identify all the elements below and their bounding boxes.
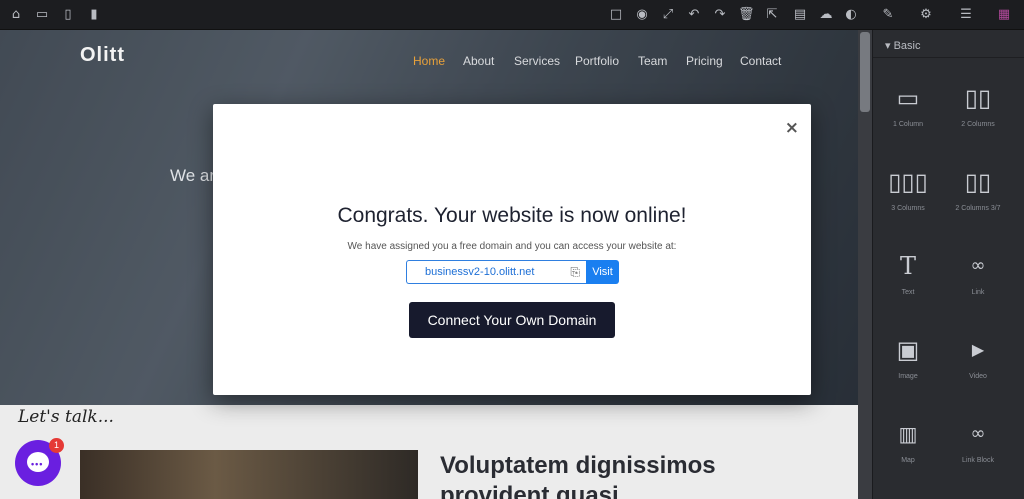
visit-button[interactable]: Visit [586,260,619,284]
panel-section-label: Basic [893,40,921,52]
scrollbar-thumb[interactable] [860,32,870,112]
block-image[interactable]: ▣ Image [873,322,943,402]
mobile-icon[interactable]: ▮ [86,7,102,23]
domain-field[interactable]: businessv2-10.olitt.net ⎘ [406,260,586,284]
block-1-column[interactable]: ▭ 1 Column [873,70,943,150]
connect-domain-button[interactable]: Connect Your Own Domain [409,302,615,338]
grid-icon[interactable]: ▦ [996,7,1012,23]
two-columns-icon: ▯▯ [964,84,992,112]
menu-icon[interactable]: ☰ [958,7,974,23]
modal-subtitle: We have assigned you a free domain and y… [347,241,677,252]
map-icon: ▥ [898,422,918,446]
block-label: Link Block [962,457,994,464]
fullscreen-icon[interactable]: ⤢ [660,7,676,23]
external-link-icon[interactable]: ⇱ [764,7,780,23]
block-3-columns[interactable]: ▯▯▯ 3 Columns [873,154,943,234]
block-2-columns[interactable]: ▯▯ 2 Columns [943,70,1013,150]
gear-icon[interactable]: ⚙ [918,7,934,23]
chat-notification-badge: 1 [49,438,64,453]
image-icon: ▣ [896,336,920,364]
clipboard-icon[interactable]: ⎘ [570,265,580,280]
block-label: Image [898,373,918,380]
block-label: 3 Columns [891,205,925,212]
undo-icon[interactable]: ↶ [686,7,702,23]
redo-icon[interactable]: ↷ [712,7,728,23]
domain-link[interactable]: businessv2-10.olitt.net [425,266,534,278]
toggle-icon[interactable]: ◐ [842,7,860,23]
video-icon: ▶ [971,340,985,359]
close-icon[interactable]: × [785,118,799,138]
block-link[interactable]: ∞ Link [943,238,1013,318]
cloud-upload-icon[interactable]: ☁ [818,7,834,23]
code-icon[interactable]: ▤ [790,7,810,23]
chat-dots: ••• [31,459,44,469]
block-label: 2 Columns [961,121,995,128]
two-columns-37-icon: ▯▯ [964,168,992,196]
block-2-columns-37[interactable]: ▯▯ 2 Columns 3/7 [943,154,1013,234]
block-video[interactable]: ▶ Video [943,322,1013,402]
link-block-icon: ∞ [970,423,986,444]
caret-down-icon: ▾ [885,40,891,52]
canvas-scrollbar[interactable] [858,30,872,499]
block-label: Text [901,289,915,296]
desktop-icon[interactable]: ▭ [34,7,50,23]
block-map[interactable]: ▥ Map [873,406,943,486]
blocks-panel: ▾ Basic ▭ 1 Column ▯▯ 2 Columns ▯▯▯ 3 Co… [872,30,1024,499]
eye-icon[interactable]: ◉ [634,7,650,23]
single-column-icon: ▭ [896,84,920,112]
block-label: Map [901,457,915,464]
publish-success-modal: × Congrats. Your website is now online! … [213,104,811,395]
text-icon: T [899,252,916,280]
three-columns-icon: ▯▯▯ [888,168,928,196]
home-icon[interactable]: ⌂ [8,7,24,23]
block-label: Video [969,373,987,380]
block-link-block[interactable]: ∞ Link Block [943,406,1013,486]
block-label: 1 Column [893,121,923,128]
modal-title: Congrats. Your website is now online! [337,204,687,227]
block-label: Link [971,289,985,296]
tablet-icon[interactable]: ▯ [60,7,76,23]
brush-icon[interactable]: ✎ [880,7,896,23]
square-icon[interactable]: □ [608,7,624,23]
panel-section-header[interactable]: ▾ Basic [873,30,1024,58]
block-text[interactable]: T Text [873,238,943,318]
trash-icon[interactable]: 🗑 [738,7,755,23]
link-icon: ∞ [970,255,986,276]
block-label: 2 Columns 3/7 [955,205,1001,212]
editor-toolbar: ⌂ ▭ ▯ ▮ □ ◉ ⤢ ↶ ↷ 🗑 ⇱ ▤ ☁ ◐ ✎ ⚙ ☰ ▦ [0,0,1024,30]
